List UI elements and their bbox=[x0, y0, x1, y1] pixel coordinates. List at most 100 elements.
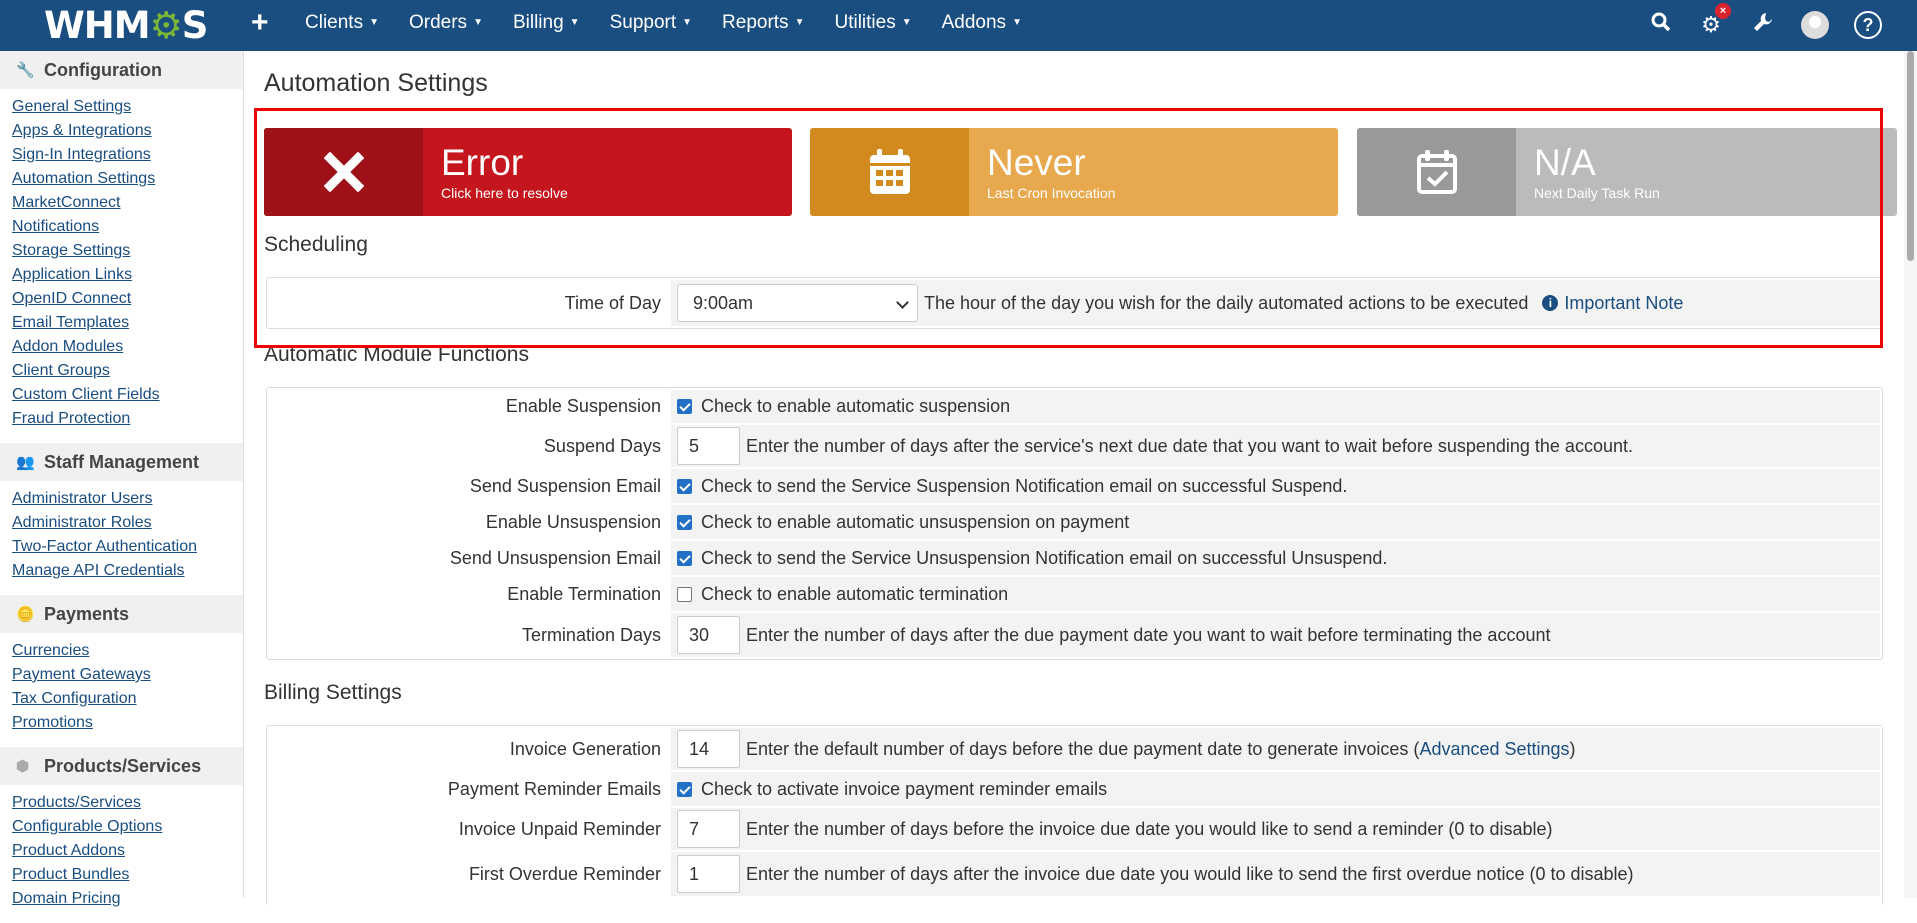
field-control: Check to enable automatic suspension bbox=[671, 396, 1880, 417]
sidebar-item-openid[interactable]: OpenID Connect bbox=[12, 287, 243, 311]
vertical-scrollbar[interactable] bbox=[1904, 51, 1917, 898]
gear-icon[interactable]: ⚙ × bbox=[1697, 3, 1731, 39]
invoice-generation-row: Invoice Generation 14 Enter the default n… bbox=[269, 728, 1880, 772]
termination-days-row: Termination Days 30 Enter the number of d… bbox=[269, 613, 1880, 657]
sidebar-item-email-templates[interactable]: Email Templates bbox=[12, 311, 243, 335]
sidebar-item-storage[interactable]: Storage Settings bbox=[12, 239, 243, 263]
caret-down-icon: ▼ bbox=[369, 17, 379, 28]
field-label: Send Unsuspension Email bbox=[269, 541, 671, 575]
caret-down-icon: ▼ bbox=[901, 17, 912, 28]
sidebar-item-products[interactable]: Products/Services bbox=[12, 791, 243, 815]
field-label: Time of Day bbox=[269, 280, 671, 326]
sidebar-list-staff: Administrator Users Administrator Roles … bbox=[0, 481, 243, 595]
sidebar-item-fraud[interactable]: Fraud Protection bbox=[12, 407, 243, 431]
field-label: First Overdue Reminder bbox=[269, 852, 671, 896]
sidebar-item-general-settings[interactable]: General Settings bbox=[12, 95, 243, 119]
nav-utilities[interactable]: Utilities ▼ bbox=[834, 0, 923, 51]
sidebar-item-notifications[interactable]: Notifications bbox=[12, 215, 243, 239]
sidebar-list-configuration: General Settings Apps & Integrations Sig… bbox=[0, 89, 243, 443]
field-description: Enter the number of days before the invo… bbox=[746, 818, 1553, 839]
field-description: Check to enable automatic termination bbox=[701, 583, 1009, 604]
add-new-button[interactable]: + bbox=[251, 6, 269, 40]
suspend-days-input[interactable]: 5 bbox=[677, 427, 740, 465]
help-icon[interactable]: ? bbox=[1854, 11, 1882, 39]
field-control: Check to send the Service Unsuspension N… bbox=[671, 548, 1880, 569]
field-label: Invoice Generation bbox=[269, 728, 671, 770]
nav-clients[interactable]: Clients ▼ bbox=[305, 0, 391, 51]
scrollbar-thumb[interactable] bbox=[1907, 51, 1914, 261]
time-of-day-select[interactable]: 9:00am bbox=[677, 284, 918, 322]
cubes-icon: ⬢ bbox=[16, 758, 30, 775]
main-content: Automation Settings Error Click here to … bbox=[264, 51, 1897, 905]
sidebar-item-api[interactable]: Manage API Credentials bbox=[12, 559, 243, 583]
termination-days-input[interactable]: 30 bbox=[677, 616, 740, 654]
enable-unsuspension-checkbox[interactable] bbox=[677, 514, 692, 530]
sidebar-item-admin-roles[interactable]: Administrator Roles bbox=[12, 511, 243, 535]
field-label: Invoice Unpaid Reminder bbox=[269, 808, 671, 850]
billing-settings-heading: Billing Settings bbox=[264, 681, 402, 704]
payment-reminder-row: Payment Reminder Emails Check to activat… bbox=[269, 772, 1880, 808]
sidebar-item-config-options[interactable]: Configurable Options bbox=[12, 815, 243, 839]
field-description: Enter the number of days after the servi… bbox=[746, 435, 1633, 456]
whmcs-logo[interactable]: WHM⚙S bbox=[44, 4, 208, 47]
sidebar-item-admin-users[interactable]: Administrator Users bbox=[12, 487, 243, 511]
time-of-day-row: Time of Day 9:00am The hour of the day y… bbox=[269, 280, 1880, 326]
sidebar-item-client-groups[interactable]: Client Groups bbox=[12, 359, 243, 383]
wrench-icon[interactable] bbox=[1749, 11, 1777, 39]
sidebar-item-tax[interactable]: Tax Configuration bbox=[12, 687, 243, 711]
sidebar-item-apps[interactable]: Apps & Integrations bbox=[12, 119, 243, 143]
sidebar-section-header: 🔧 Configuration bbox=[0, 51, 243, 89]
field-label: Enable Unsuspension bbox=[269, 505, 671, 539]
invoice-generation-input[interactable]: 14 bbox=[677, 730, 740, 768]
sidebar-item-promotions[interactable]: Promotions bbox=[12, 711, 243, 735]
sidebar-item-sign-in[interactable]: Sign-In Integrations bbox=[12, 143, 243, 167]
sidebar-item-custom-fields[interactable]: Custom Client Fields bbox=[12, 383, 243, 407]
payment-reminder-checkbox[interactable] bbox=[677, 781, 692, 797]
sidebar-item-gateways[interactable]: Payment Gateways bbox=[12, 663, 243, 687]
advanced-settings-link[interactable]: Advanced Settings bbox=[1419, 739, 1569, 760]
nav-label: Billing bbox=[512, 12, 564, 34]
last-cron-tile: Never Last Cron Invocation bbox=[810, 128, 1338, 216]
sidebar-item-automation[interactable]: Automation Settings bbox=[12, 167, 243, 191]
caret-down-icon: ▼ bbox=[1012, 17, 1022, 28]
sidebar-item-2fa[interactable]: Two-Factor Authentication bbox=[12, 535, 243, 559]
field-control: 1 Enter the number of days after the invo… bbox=[671, 855, 1880, 893]
unpaid-reminder-input[interactable]: 7 bbox=[677, 810, 740, 848]
closing-paren: ) bbox=[1569, 738, 1576, 759]
calendar-icon bbox=[810, 128, 969, 216]
enable-suspension-checkbox[interactable] bbox=[677, 399, 692, 414]
sidebar-item-product-addons[interactable]: Product Addons bbox=[12, 839, 243, 863]
nav-billing[interactable]: Billing ▼ bbox=[513, 0, 592, 51]
sidebar-item-domain-pricing[interactable]: Domain Pricing bbox=[12, 887, 243, 911]
send-unsuspension-checkbox[interactable] bbox=[677, 550, 692, 566]
nav-addons[interactable]: Addons ▼ bbox=[942, 0, 1034, 51]
billing-settings-panel: Invoice Generation 14 Enter the default n… bbox=[266, 725, 1883, 905]
field-label: Termination Days bbox=[269, 613, 671, 657]
search-icon[interactable] bbox=[1647, 11, 1675, 39]
sidebar-item-addon-modules[interactable]: Addon Modules bbox=[12, 335, 243, 359]
info-icon: i bbox=[1542, 295, 1559, 311]
avatar[interactable] bbox=[1801, 11, 1829, 39]
sidebar-item-app-links[interactable]: Application Links bbox=[12, 263, 243, 287]
sidebar-item-currencies[interactable]: Currencies bbox=[12, 639, 243, 663]
important-note-link[interactable]: Important Note bbox=[1564, 293, 1683, 314]
section-title: Products/Services bbox=[44, 755, 202, 776]
nav-reports[interactable]: Reports ▼ bbox=[722, 0, 816, 51]
first-overdue-input[interactable]: 1 bbox=[677, 855, 740, 893]
enable-termination-checkbox[interactable] bbox=[677, 586, 692, 602]
enable-termination-row: Enable Termination Check to enable autom… bbox=[269, 577, 1880, 613]
nav-support[interactable]: Support ▼ bbox=[610, 0, 704, 51]
nav-label: Clients bbox=[305, 12, 364, 34]
wrench-icon: 🔧 bbox=[16, 62, 35, 79]
field-description: Enter the default number of days before … bbox=[746, 738, 1420, 759]
sidebar-item-bundles[interactable]: Product Bundles bbox=[12, 863, 243, 887]
sidebar: 🔧 Configuration General Settings Apps & I… bbox=[0, 51, 244, 907]
sidebar-item-marketconnect[interactable]: MarketConnect bbox=[12, 191, 243, 215]
nav-orders[interactable]: Orders ▼ bbox=[409, 0, 495, 51]
send-suspension-checkbox[interactable] bbox=[677, 478, 692, 494]
field-label: Suspend Days bbox=[269, 425, 671, 467]
tile-caption: Next Daily Task Run bbox=[1534, 185, 1660, 201]
field-description: The hour of the day you wish for the dai… bbox=[924, 292, 1529, 313]
error-tile[interactable]: Error Click here to resolve bbox=[264, 128, 792, 216]
status-tiles: Error Click here to resolve Never Last C… bbox=[264, 128, 1897, 218]
